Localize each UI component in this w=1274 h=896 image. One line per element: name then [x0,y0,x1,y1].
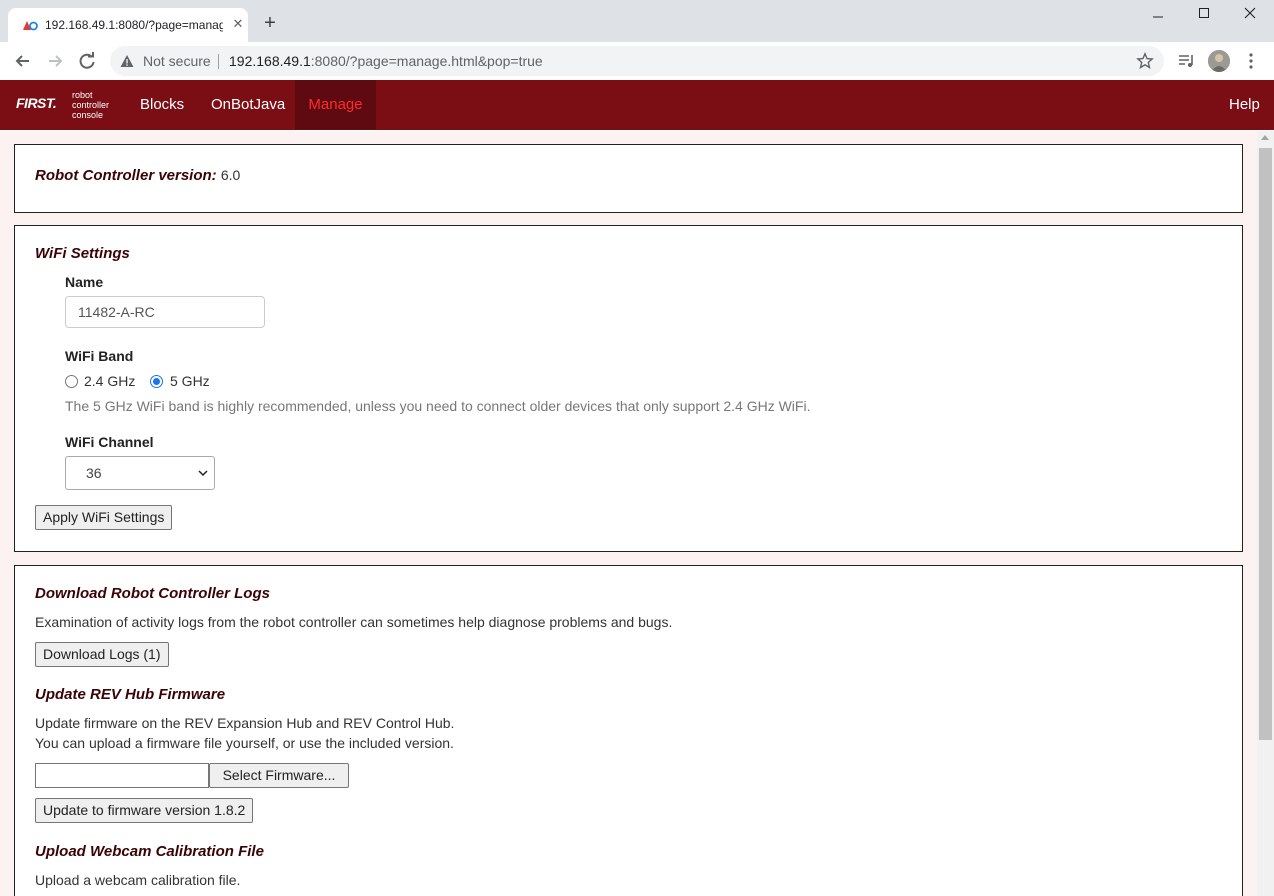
manage-content: Robot Controller version: 6.0 WiFi Setti… [0,131,1257,896]
media-playlist-icon[interactable] [1177,51,1197,71]
download-logs-button[interactable]: Download Logs (1) [35,642,169,667]
first-favicon-icon [23,21,38,31]
url-host: 192.168.49.1 [229,53,311,69]
window-minimize-icon[interactable] [1135,6,1181,26]
kebab-menu-icon[interactable] [1241,51,1261,71]
band-2-4-radio[interactable] [65,375,78,388]
firmware-heading: Update REV Hub Firmware [35,686,226,703]
address-bar[interactable]: Not secure 192.168.49.1:8080/?page=manag… [110,46,1164,76]
wifi-channel-select[interactable]: 36 [65,456,215,490]
band-5-label: 5 GHz [170,373,210,389]
logo-subtitle: robot controller console [72,90,109,120]
app-header: FIRST. robot controller console Blocks O… [0,80,1274,130]
firmware-file-field[interactable] [35,763,209,788]
tab-title: 192.168.49.1:8080/?page=manage.html&pop=… [45,18,223,32]
wifi-name-label: Name [65,274,104,290]
chevron-down-icon [198,470,208,477]
version-label: Robot Controller version: [35,167,217,184]
url-text: 192.168.49.1:8080/?page=manage.html&pop=… [229,53,543,69]
profile-avatar[interactable] [1208,50,1230,72]
firmware-line-1: Update firmware on the REV Expansion Hub… [35,715,455,731]
wifi-name-input[interactable]: 11482-A-RC [65,296,265,328]
update-firmware-button[interactable]: Update to firmware version 1.8.2 [35,798,254,823]
forward-arrow-icon[interactable] [45,51,65,71]
nav-blocks[interactable]: Blocks [125,80,199,130]
wifi-band-note: The 5 GHz WiFi band is highly recommende… [65,398,811,414]
band-5-radio[interactable] [150,375,163,388]
webcam-heading: Upload Webcam Calibration File [35,843,264,860]
nav-onbotjava[interactable]: OnBotJava [196,80,300,130]
tab-close-icon[interactable]: ✕ [230,16,246,32]
browser-tab[interactable]: 192.168.49.1:8080/?page=manage.html&pop=… [8,8,248,42]
logs-heading: Download Robot Controller Logs [35,585,270,602]
scroll-up-arrow-icon[interactable] [1261,135,1269,140]
reload-icon[interactable] [77,51,97,71]
logs-firmware-panel: Download Robot Controller Logs Examinati… [14,565,1243,896]
page-scrollbar[interactable] [1257,131,1274,896]
warning-triangle-icon [120,55,134,67]
bookmark-star-icon[interactable] [1136,52,1154,70]
logs-description: Examination of activity logs from the ro… [35,614,673,630]
first-logo: FIRST. [16,95,57,111]
security-label: Not secure [143,53,211,69]
apply-wifi-button[interactable]: Apply WiFi Settings [35,505,173,530]
url-path: :8080/?page=manage.html&pop=true [310,53,543,69]
firmware-line-2: You can upload a firmware file yourself,… [35,735,454,751]
logo-sub-line: console [72,110,104,120]
window-close-icon[interactable] [1227,6,1273,26]
version-panel: Robot Controller version: 6.0 [14,144,1243,213]
avatar-image-icon [1208,50,1230,72]
scrollbar-thumb[interactable] [1259,148,1272,740]
wifi-band-label: WiFi Band [65,348,134,364]
version-value: 6.0 [220,167,241,183]
logo-sub-line: robot [72,90,93,100]
nav-help[interactable]: Help [1214,80,1274,130]
wifi-heading: WiFi Settings [35,245,130,262]
logo-sub-line: controller [72,100,110,110]
band-2-4-label: 2.4 GHz [84,373,136,389]
select-firmware-button[interactable]: Select Firmware... [209,763,349,788]
nav-manage[interactable]: Manage [295,80,376,130]
new-tab-plus-icon[interactable]: + [260,13,280,33]
browser-tab-strip: 192.168.49.1:8080/?page=manage.html&pop=… [0,0,1274,42]
wifi-channel-label: WiFi Channel [65,434,154,450]
omnibox-separator [218,54,219,69]
window-maximize-icon[interactable] [1181,6,1227,26]
wifi-settings-panel: WiFi Settings Name 11482-A-RC WiFi Band … [14,225,1243,552]
wifi-channel-value: 36 [86,465,102,481]
webcam-description: Upload a webcam calibration file. [35,872,241,888]
browser-toolbar: Not secure 192.168.49.1:8080/?page=manag… [0,42,1274,81]
back-arrow-icon[interactable] [13,51,33,71]
version-line: Robot Controller version: 6.0 [35,167,240,184]
